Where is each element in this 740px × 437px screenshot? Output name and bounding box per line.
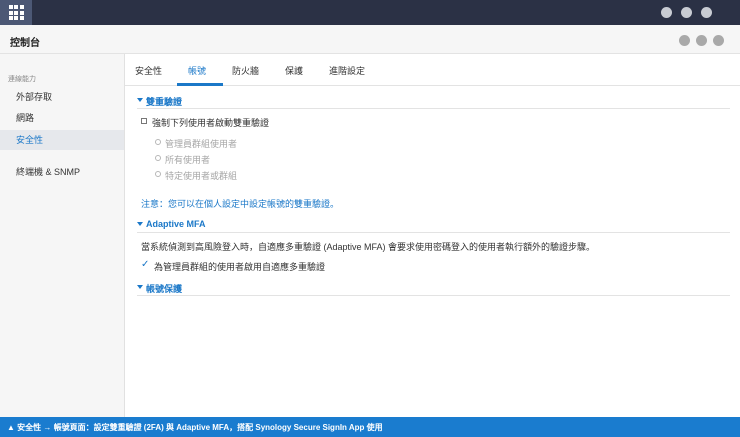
sidebar-item-security[interactable]: 安全性 <box>0 130 124 150</box>
section-title-account-protection: 帳號保護 <box>146 284 183 294</box>
tab-advanced[interactable]: 進階設定 <box>329 64 365 77</box>
main-menu-button[interactable] <box>0 0 32 25</box>
sidebar-item-terminal-snmp[interactable]: 終端機 & SNMP <box>0 162 124 182</box>
main-panel: 安全性 帳號 防火牆 保護 進階設定 雙重驗證 強制下列使用者啟動雙重驗證 管理… <box>125 54 740 417</box>
taskbar-dot-icon[interactable] <box>681 7 692 18</box>
collapse-arrow-icon <box>137 98 143 102</box>
radio-all-users[interactable] <box>155 155 161 161</box>
caption-text: ▲ 安全性 → 帳號頁面：設定雙重驗證 (2FA) 與 Adaptive MFA… <box>7 423 383 432</box>
radio-admin-group[interactable] <box>155 139 161 145</box>
sidebar-group-label: 連線能力 <box>8 76 36 83</box>
enforce-2fa-label: 強制下列使用者啟動雙重驗證 <box>152 118 270 128</box>
tab-protection[interactable]: 保護 <box>285 64 303 77</box>
window-control-icon[interactable] <box>679 35 690 46</box>
sidebar-item-external-access[interactable]: 外部存取 <box>0 87 124 107</box>
window-title: 控制台 <box>10 38 40 49</box>
taskbar-status-icons <box>661 7 712 18</box>
active-tab-indicator <box>177 83 223 86</box>
window-control-icon[interactable] <box>713 35 724 46</box>
adaptive-mfa-description: 當系統偵測到高風險登入時，自適應多重驗證 (Adaptive MFA) 會要求使… <box>141 242 596 252</box>
check-icon[interactable]: ✓ <box>141 259 149 270</box>
section-header-account-protection[interactable]: 帳號保護 <box>137 282 730 296</box>
radio-specific-users-label: 特定使用者或群組 <box>165 171 238 181</box>
tab-account[interactable]: 帳號 <box>188 64 206 77</box>
window-controls <box>679 35 724 46</box>
tab-security[interactable]: 安全性 <box>135 64 162 77</box>
section-header-2fa[interactable]: 雙重驗證 <box>137 95 730 109</box>
section-title-2fa: 雙重驗證 <box>146 97 183 107</box>
grid-icon <box>8 5 24 20</box>
radio-all-users-label: 所有使用者 <box>165 155 211 165</box>
section-title-adaptive-mfa: Adaptive MFA <box>146 219 206 229</box>
enforce-2fa-checkbox[interactable] <box>141 118 147 124</box>
two-factor-note: 注意：您可以在個人設定中設定帳號的雙重驗證。 <box>141 199 340 209</box>
caption-bar: ▲ 安全性 → 帳號頁面：設定雙重驗證 (2FA) 與 Adaptive MFA… <box>0 417 740 437</box>
taskbar-dot-icon[interactable] <box>661 7 672 18</box>
tab-firewall[interactable]: 防火牆 <box>232 64 259 77</box>
taskbar-dot-icon[interactable] <box>701 7 712 18</box>
radio-admin-group-label: 管理員群組使用者 <box>165 139 238 149</box>
window-titlebar: 控制台 <box>0 25 740 54</box>
tab-bar: 安全性 帳號 防火牆 保護 進階設定 <box>125 54 740 86</box>
section-header-adaptive-mfa[interactable]: Adaptive MFA <box>137 219 730 233</box>
adaptive-mfa-option-label: 為管理員群組的使用者啟用自適應多重驗證 <box>154 262 326 272</box>
sidebar-item-network[interactable]: 網路 <box>0 108 124 128</box>
desktop-taskbar <box>0 0 740 25</box>
radio-specific-users[interactable] <box>155 171 161 177</box>
collapse-arrow-icon <box>137 285 143 289</box>
window-control-icon[interactable] <box>696 35 707 46</box>
collapse-arrow-icon <box>137 222 143 226</box>
sidebar: 連線能力 外部存取 網路 安全性 終端機 & SNMP <box>0 54 125 417</box>
